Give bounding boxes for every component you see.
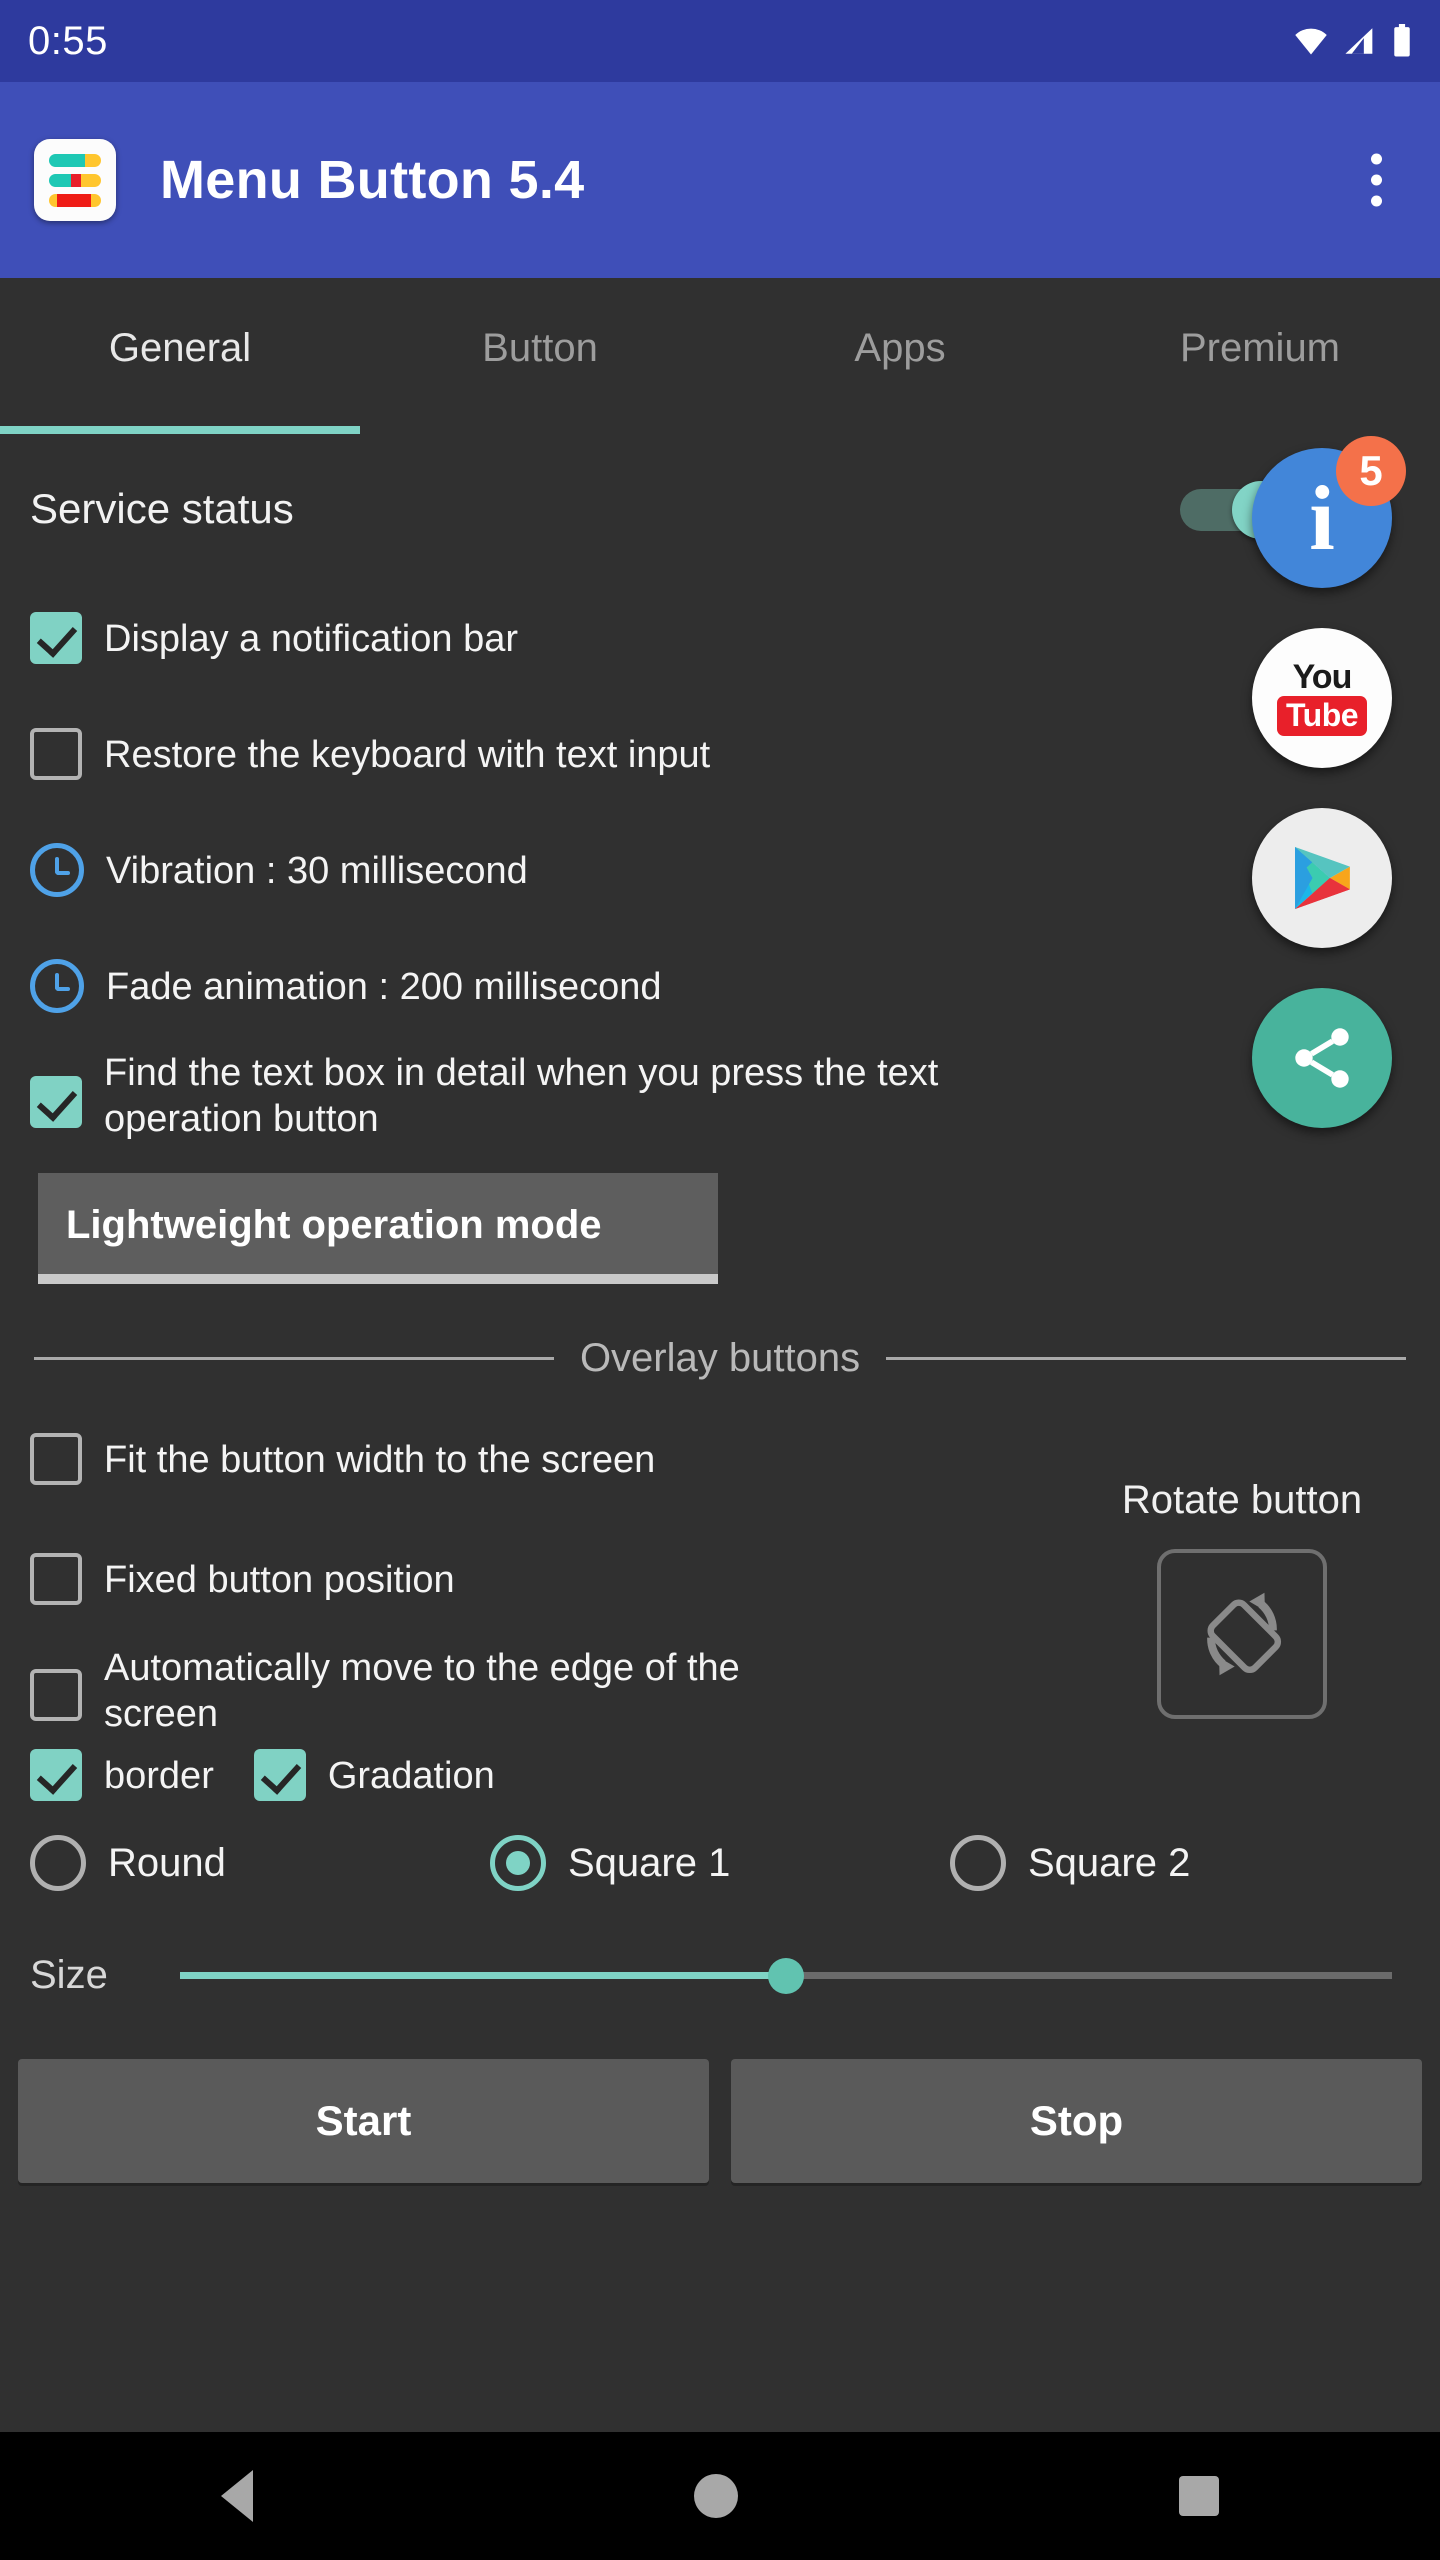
youtube-icon-tube: Tube (1277, 696, 1367, 736)
share-icon (1286, 1022, 1358, 1094)
clock-icon (30, 959, 84, 1013)
app-bar: Menu Button 5.4 (0, 82, 1440, 278)
start-button[interactable]: Start (18, 2059, 709, 2183)
tab-button[interactable]: Button (360, 278, 720, 434)
page-title: Menu Button 5.4 (160, 149, 584, 211)
border-gradation-row: border Gradation (0, 1749, 1440, 1801)
clock-icon (30, 843, 84, 897)
option-display-notification-bar[interactable]: Display a notification bar (0, 584, 1440, 692)
checkbox-gradation[interactable] (254, 1749, 306, 1801)
size-label: Size (30, 1953, 180, 1998)
lightweight-operation-mode-button[interactable]: Lightweight operation mode (38, 1173, 718, 1274)
checkbox-border[interactable] (30, 1749, 82, 1801)
overlay-section-title: Overlay buttons (580, 1336, 860, 1381)
divider-line-left (34, 1357, 554, 1360)
radio-label: Square 2 (1028, 1841, 1190, 1886)
notification-badge: 5 (1336, 436, 1406, 506)
service-status-label: Service status (30, 485, 1180, 533)
overflow-menu-icon[interactable] (1359, 140, 1394, 221)
general-settings-panel: Service status Display a notification ba… (0, 434, 1440, 2183)
radio-round[interactable] (30, 1835, 86, 1891)
option-label: Vibration : 30 millisecond (106, 846, 528, 894)
status-bar: 0:55 (0, 0, 1440, 82)
option-label: Find the text box in detail when you pre… (104, 1048, 1024, 1143)
option-label: Automatically move to the edge of the sc… (104, 1643, 864, 1738)
screen-rotation-icon (1187, 1579, 1297, 1689)
google-play-fab[interactable] (1252, 808, 1392, 948)
radio-item-square-2[interactable]: Square 2 (950, 1835, 1410, 1891)
divider-line-right (886, 1357, 1406, 1360)
lightweight-operation-mode-label: Lightweight operation mode (66, 1203, 602, 1247)
checkbox-fixed-button-position[interactable] (30, 1553, 82, 1605)
rotate-button-block: Rotate button (1072, 1478, 1412, 1719)
status-clock: 0:55 (28, 19, 108, 64)
border-label: border (104, 1751, 214, 1799)
option-label: Fixed button position (104, 1555, 455, 1603)
info-fab[interactable]: i 5 (1252, 448, 1392, 588)
radio-square-2[interactable] (950, 1835, 1006, 1891)
status-system-icons (1292, 24, 1412, 58)
gradation-label: Gradation (328, 1751, 495, 1799)
overlay-section-divider: Overlay buttons (34, 1336, 1406, 1381)
slider-fill (180, 1972, 786, 1979)
shape-radio-group: Round Square 1 Square 2 (0, 1835, 1440, 1891)
radio-item-square-1[interactable]: Square 1 (490, 1835, 950, 1891)
action-buttons: Start Stop (0, 2059, 1440, 2183)
stop-button[interactable]: Stop (731, 2059, 1422, 2183)
app-icon-bar-3 (49, 194, 101, 207)
checkbox-auto-move-edge[interactable] (30, 1669, 82, 1721)
option-label: Restore the keyboard with text input (104, 730, 710, 778)
google-play-icon (1284, 840, 1360, 916)
menu-button-app-icon (34, 139, 116, 221)
wifi-icon (1292, 26, 1330, 56)
radio-item-round[interactable]: Round (30, 1835, 490, 1891)
checkbox-display-notification-bar[interactable] (30, 612, 82, 664)
home-icon[interactable] (694, 2474, 738, 2518)
slider-knob[interactable] (768, 1958, 804, 1994)
tab-general[interactable]: General (0, 278, 360, 434)
checkbox-find-text-box[interactable] (30, 1076, 82, 1128)
tab-apps[interactable]: Apps (720, 278, 1080, 434)
checkbox-fit-button-width[interactable] (30, 1433, 82, 1485)
rotate-button[interactable] (1157, 1549, 1327, 1719)
option-label: Fade animation : 200 millisecond (106, 962, 662, 1010)
app-icon-bar-1 (49, 154, 101, 167)
youtube-fab[interactable]: You Tube (1252, 628, 1392, 768)
floating-action-buttons: i 5 You Tube (1252, 448, 1412, 1168)
checkbox-restore-keyboard[interactable] (30, 728, 82, 780)
tab-bar: General Button Apps Premium (0, 278, 1440, 434)
option-fade-animation[interactable]: Fade animation : 200 millisecond (0, 932, 1440, 1040)
youtube-icon-you: You (1293, 660, 1352, 694)
app-icon-bar-2 (49, 174, 101, 187)
back-icon[interactable] (221, 2470, 253, 2522)
rotate-button-label: Rotate button (1072, 1478, 1412, 1523)
option-restore-keyboard[interactable]: Restore the keyboard with text input (0, 700, 1440, 808)
service-status-row: Service status (0, 434, 1440, 584)
radio-label: Round (108, 1841, 226, 1886)
option-vibration[interactable]: Vibration : 30 millisecond (0, 816, 1440, 924)
option-label: Display a notification bar (104, 614, 518, 662)
system-navigation-bar (0, 2432, 1440, 2560)
info-icon: i (1309, 472, 1335, 564)
radio-square-1[interactable] (490, 1835, 546, 1891)
tab-premium[interactable]: Premium (1080, 278, 1440, 434)
radio-label: Square 1 (568, 1841, 730, 1886)
battery-icon (1392, 24, 1412, 58)
size-slider[interactable] (180, 1947, 1392, 2003)
option-label: Fit the button width to the screen (104, 1435, 655, 1483)
signal-icon (1344, 26, 1378, 56)
size-slider-row: Size (0, 1947, 1440, 2003)
app-screen: 0:55 Menu (0, 0, 1440, 2560)
option-find-text-box[interactable]: Find the text box in detail when you pre… (0, 1048, 1440, 1143)
share-fab[interactable] (1252, 988, 1392, 1128)
recents-icon[interactable] (1179, 2476, 1219, 2516)
